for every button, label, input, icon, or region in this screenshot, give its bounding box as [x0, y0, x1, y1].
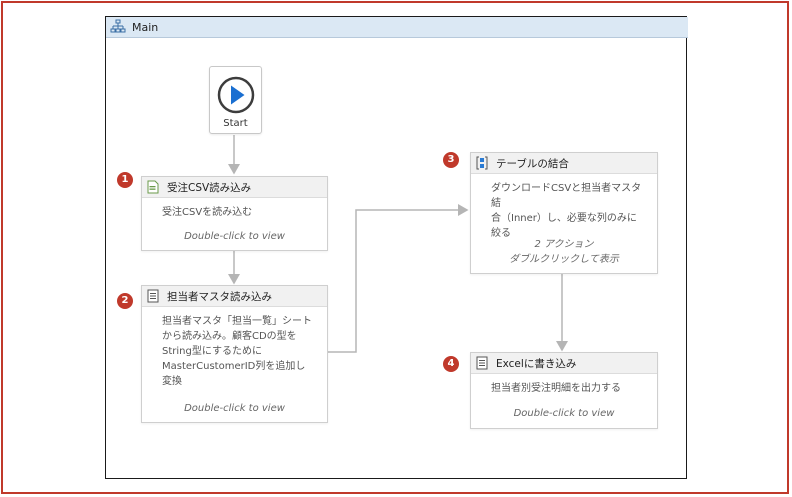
workflow-canvas: Main Start 受注CSV読み込み 受注CSVを読み込む Double-c…	[106, 17, 688, 480]
join-icon	[476, 156, 488, 170]
activity-title: Excelに書き込み	[496, 357, 577, 370]
csv-file-icon	[147, 180, 159, 194]
activity-hint: Double-click to view	[184, 231, 285, 242]
activity-hint: ダブルクリックして表示	[509, 254, 619, 265]
activity-title: 担当者マスタ読み込み	[167, 290, 272, 303]
step-badge-4: 4	[443, 356, 459, 372]
activity-header: 受注CSV読み込み	[142, 177, 327, 198]
activity-description: 担当者別受注明細を出力する	[491, 383, 621, 394]
activity-hint: Double-click to view	[513, 408, 615, 419]
activity-read-order-csv[interactable]: 受注CSV読み込み 受注CSVを読み込む Double-click to vie…	[141, 176, 328, 251]
connector-2-to-3	[326, 204, 469, 353]
activity-summary: 2 アクション ダブルクリックして表示	[471, 237, 657, 267]
description-line: ダウンロードCSVと担当者マスタ結	[491, 183, 642, 209]
description-line: String型にするために	[162, 346, 262, 357]
activity-header: Excelに書き込み	[471, 353, 657, 374]
activity-description: 受注CSVを読み込む	[162, 207, 253, 218]
activity-read-staff-master[interactable]: 担当者マスタ読み込み 担当者マスタ「担当一覧」シート から読み込み。顧客CDの型…	[141, 285, 328, 423]
activity-description: 担当者マスタ「担当一覧」シート から読み込み。顧客CDの型を String型にす…	[162, 314, 315, 389]
start-node[interactable]: Start	[209, 66, 262, 134]
designer-title: Main	[132, 20, 159, 34]
sequence-icon	[147, 289, 159, 303]
description-line: MasterCustomerID列を追加し	[162, 361, 306, 372]
flowchart-icon	[110, 19, 126, 33]
play-icon	[217, 76, 255, 114]
step-badge-1: 1	[117, 172, 133, 188]
step-badge-3: 3	[443, 152, 459, 168]
activity-title: 受注CSV読み込み	[167, 181, 252, 194]
step-badge-2: 2	[117, 293, 133, 309]
activity-join-tables[interactable]: テーブルの結合 ダウンロードCSVと担当者マスタ結 合（Inner）し、必要な列…	[470, 152, 658, 274]
activity-title: テーブルの結合	[496, 157, 569, 170]
designer-header: Main	[106, 17, 688, 38]
activity-description: ダウンロードCSVと担当者マスタ結 合（Inner）し、必要な列のみに 絞る	[491, 181, 645, 241]
description-line: 変換	[162, 376, 182, 387]
activity-header: 担当者マスタ読み込み	[142, 286, 327, 307]
description-line: から読み込み。顧客CDの型を	[162, 331, 297, 342]
description-line: 合（Inner）し、必要な列のみに	[491, 213, 637, 224]
activity-header: テーブルの結合	[471, 153, 657, 174]
activity-hint: Double-click to view	[184, 403, 285, 414]
activity-write-excel[interactable]: Excelに書き込み 担当者別受注明細を出力する Double-click to…	[470, 352, 658, 429]
sequence-icon	[476, 356, 488, 370]
start-label: Start	[223, 118, 248, 129]
description-line: 担当者マスタ「担当一覧」シート	[162, 316, 312, 327]
action-count: 2 アクション	[534, 239, 594, 250]
workflow-designer: Main Start 受注CSV読み込み 受注CSVを読み込む Double-c…	[105, 16, 688, 480]
